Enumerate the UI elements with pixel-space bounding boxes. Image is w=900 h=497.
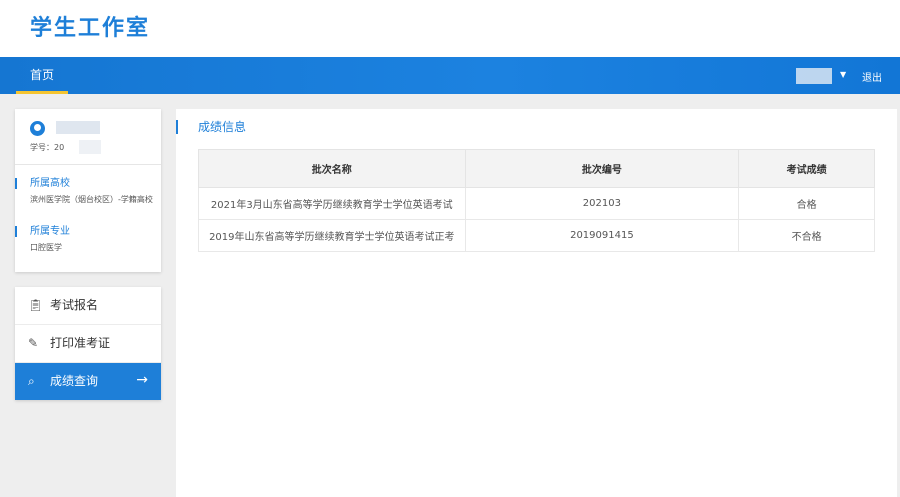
major-value: 口腔医学 [30,243,62,252]
column-header-batch-number: 批次编号 [464,149,740,188]
student-id-redacted [79,140,101,154]
batch-name-cell: 2019年山东省高等学历继续教育学士学位英语考试正考 [198,219,466,252]
logout-link[interactable]: 退出 [862,69,882,84]
batch-number-cell: 202103 [464,187,740,220]
student-id: 学号：20 [30,143,65,152]
menu-item-label: 考试报名 [50,298,99,312]
caret-down-icon[interactable]: ▼ [840,70,846,79]
nav-home-tab[interactable]: 首页 [16,57,68,94]
student-name-redacted [56,121,100,134]
score-panel: 成绩信息 批次名称 批次编号 考试成绩 2021年3月山东省高等学历继续教育学士… [176,109,897,497]
score-search-icon: ⌕ [28,374,35,388]
profile-card: 学号：20 所属高校 滨州医学院（烟台校区）-学籍高校 所属专业 口腔医学 [15,109,161,272]
batch-name-cell: 2021年3月山东省高等学历继续教育学士学位英语考试 [198,187,466,220]
school-title: 所属高校 [15,178,70,189]
divider [15,164,161,165]
menu-item-label: 打印准考证 [50,336,111,350]
score-table: 批次名称 批次编号 考试成绩 2021年3月山东省高等学历继续教育学士学位英语考… [198,149,875,252]
top-navbar: 首页 [0,57,900,94]
column-header-exam-score: 考试成绩 [738,149,875,188]
table-row: 2021年3月山东省高等学历继续教育学士学位英语考试 202103 合格 [198,187,875,220]
exam-score-cell: 不合格 [738,219,875,252]
pencil-icon: ✎ [28,336,39,350]
header: 学生工作室 [0,0,900,57]
exam-score-cell: 合格 [738,187,875,220]
batch-number-cell: 2019091415 [464,219,740,252]
clipboard-icon: 📋︎ [28,298,44,312]
menu-item-exam-registration[interactable]: 📋︎ 考试报名 [15,287,161,325]
school-value: 滨州医学院（烟台校区）-学籍高校 [30,195,153,204]
section-title: 成绩信息 [176,120,246,134]
table-header-row: 批次名称 批次编号 考试成绩 [198,149,875,188]
table-row: 2019年山东省高等学历继续教育学士学位英语考试正考 2019091415 不合… [198,219,875,252]
column-header-batch-name: 批次名称 [198,149,466,188]
menu-item-print-admission-ticket[interactable]: ✎ 打印准考证 [15,325,161,363]
menu-item-label: 成绩查询 [50,374,99,388]
user-name-redacted[interactable] [796,68,832,84]
menu-item-score-query[interactable]: ⌕ 成绩查询 → [15,363,161,400]
side-menu: 📋︎ 考试报名 ✎ 打印准考证 ⌕ 成绩查询 → [15,287,161,400]
major-title: 所属专业 [15,226,70,237]
app-title[interactable]: 学生工作室 [30,10,150,42]
nav-active-indicator [16,91,68,94]
arrow-right-icon: → [136,372,148,388]
user-avatar-icon [30,121,45,136]
